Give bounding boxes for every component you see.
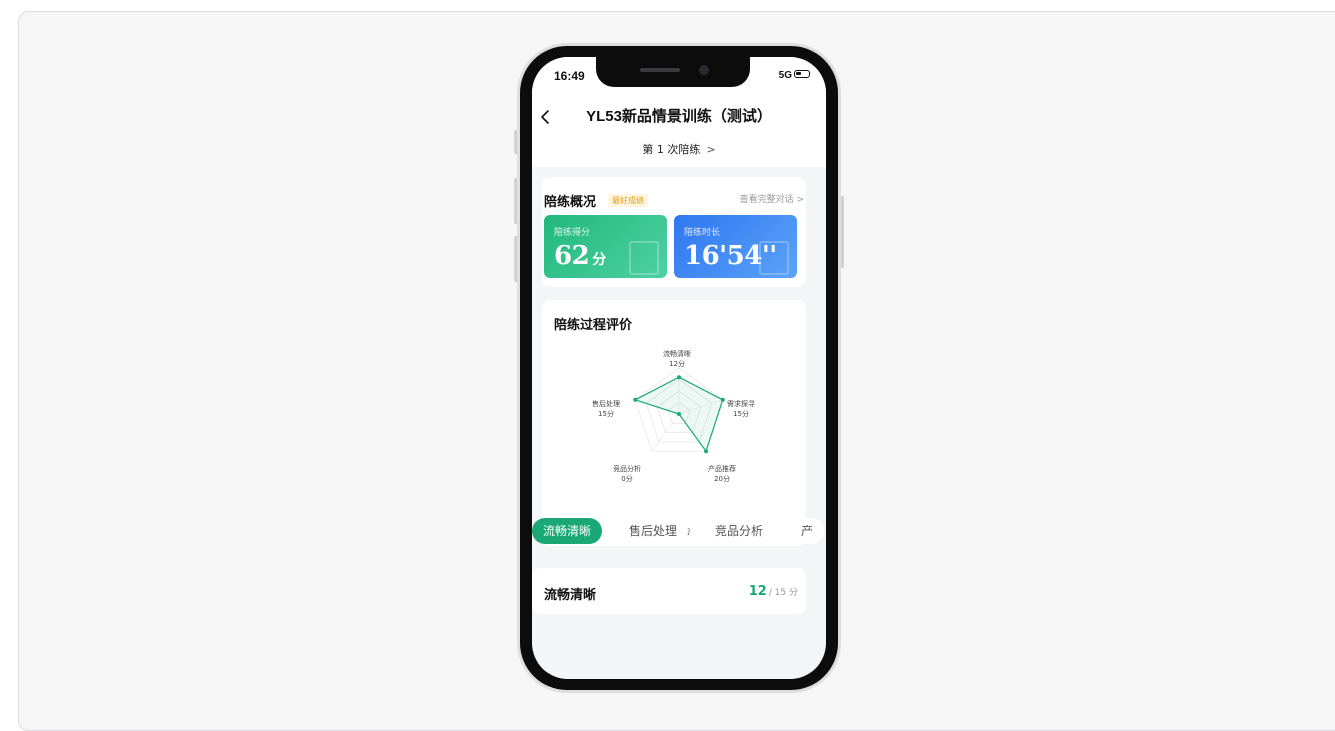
duration-card: 陪练时长 16'54'': [674, 215, 797, 278]
session-selector[interactable]: 第 1 次陪练 >: [532, 141, 826, 157]
tab-aftersales[interactable]: 售后处理: [618, 518, 689, 544]
best-score-badge: 最好成绩: [608, 194, 648, 207]
radar-point-3: [704, 449, 709, 454]
score-value: 62 分: [554, 241, 606, 271]
radar-label-fluency: 流畅清晰 12分: [663, 350, 691, 368]
tab-fluency[interactable]: 流畅清晰: [532, 518, 603, 544]
radar-label-product: 产品推荐 20分: [708, 465, 736, 483]
radar-label-aftersales: 售后处理 15分: [592, 400, 620, 418]
overview-card: 陪练概况 最好成绩 查看完整对话 > 陪练得分 62 分 陪练时长 16'54'': [542, 177, 806, 287]
phone-screen: 16:49 5G YL53新品情景训练（测试） 第 1 次陪练 > 陪练概况 最好…: [532, 57, 826, 679]
overview-title: 陪练概况: [544, 195, 597, 210]
status-time: 16:49: [554, 69, 585, 83]
phone-bezel: 16:49 5G YL53新品情景训练（测试） 第 1 次陪练 > 陪练概况 最好…: [520, 46, 838, 690]
radar-chart: [633, 367, 725, 454]
radar-point-1: [677, 375, 681, 380]
battery-icon: [794, 70, 810, 78]
duration-label: 陪练时长: [684, 228, 721, 238]
detail-title: 流畅清晰: [544, 588, 597, 603]
speaker-grille: [640, 68, 680, 72]
phone-frame: 16:49 5G YL53新品情景训练（测试） 第 1 次陪练 > 陪练概况 最好…: [517, 43, 841, 693]
radar-label-competitor: 竞品分析 0分: [613, 465, 641, 483]
dimension-tabs: 流畅清晰 售后处理 竞品分析 产: [532, 518, 826, 544]
score-decoration-icon: [629, 241, 659, 275]
view-full-dialog-link[interactable]: 查看完整对话 >: [740, 192, 804, 205]
score-card: 陪练得分 62 分: [544, 215, 667, 278]
tab-product[interactable]: 产: [790, 518, 825, 544]
duration-decoration-icon: [759, 241, 789, 275]
score-label: 陪练得分: [554, 228, 591, 238]
network-indicator: 5G: [778, 70, 792, 81]
session-label: 第 1 次陪练: [642, 143, 701, 156]
tab-competitor[interactable]: 竞品分析: [704, 518, 775, 544]
page-title: YL53新品情景训练（测试）: [586, 108, 772, 125]
home-indicator-area: [532, 663, 826, 679]
front-camera: [699, 65, 709, 75]
chevron-right-icon: >: [706, 143, 716, 156]
detail-score: 12/ 15 分: [748, 584, 798, 599]
detail-card: 流畅清晰 12/ 15 分: [532, 568, 806, 614]
notch: [596, 57, 750, 87]
radar-label-needs: 需求探寻 15分: [727, 400, 755, 418]
evaluation-card: 陪练过程评价 流畅清晰 12分 需求探寻 15分 产品推荐 20分 竞品分析 0分 售后…: [542, 300, 806, 546]
radar-point-4: [677, 412, 681, 416]
